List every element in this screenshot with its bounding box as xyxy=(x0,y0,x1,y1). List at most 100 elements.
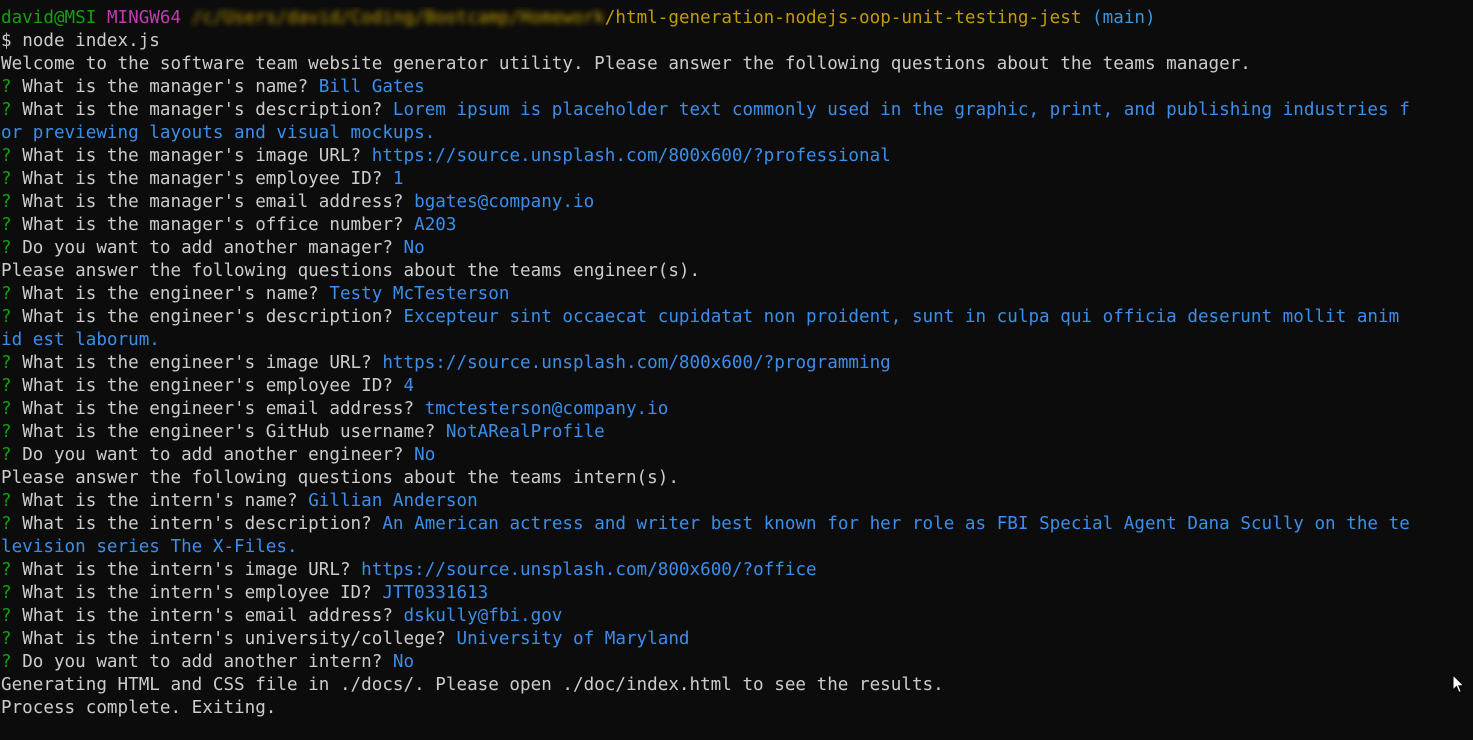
answer-text: JTT0331613 xyxy=(382,583,489,603)
question-mark: ? xyxy=(1,376,12,396)
answer-text: Testy McTesterson xyxy=(329,284,510,304)
answer-continuation: id est laborum. xyxy=(1,329,1473,352)
question-line: ? What is the intern's email address? ds… xyxy=(1,605,1473,628)
answer-text: https://source.unsplash.com/800x600/?pro… xyxy=(382,353,891,373)
question-mark: ? xyxy=(1,284,12,304)
output-line: Welcome to the software team website gen… xyxy=(1,53,1473,76)
question-line: ? What is the engineer's description? Ex… xyxy=(1,306,1473,329)
command-text: node index.js xyxy=(22,31,160,51)
answer-text: https://source.unsplash.com/800x600/?pro… xyxy=(371,146,891,166)
question-line: ? What is the manager's email address? b… xyxy=(1,191,1473,214)
question-text: What is the intern's name? xyxy=(22,491,298,511)
question-text: What is the manager's email address? xyxy=(22,192,404,212)
output-text: Generating HTML and CSS file in ./docs/.… xyxy=(1,675,944,695)
answer-text: Lorem ipsum is placeholder text commonly… xyxy=(392,100,1410,120)
answer-text: Excepteur sint occaecat cupidatat non pr… xyxy=(403,307,1400,327)
output-line: Please answer the following questions ab… xyxy=(1,467,1473,490)
answer-continuation: or previewing layouts and visual mockups… xyxy=(1,122,1473,145)
question-line: ? What is the engineer's email address? … xyxy=(1,398,1473,421)
question-line: ? What is the manager's office number? A… xyxy=(1,214,1473,237)
question-mark: ? xyxy=(1,491,12,511)
output-text: Welcome to the software team website gen… xyxy=(1,54,1251,74)
question-mark: ? xyxy=(1,77,12,97)
question-text: What is the intern's email address? xyxy=(22,606,393,626)
question-line: ? What is the intern's university/colleg… xyxy=(1,628,1473,651)
question-mark: ? xyxy=(1,652,12,672)
mouse-pointer-icon xyxy=(1452,674,1466,694)
answer-text: Gillian Anderson xyxy=(308,491,478,511)
answer-text: https://source.unsplash.com/800x600/?off… xyxy=(361,560,817,580)
output-lines: Welcome to the software team website gen… xyxy=(1,53,1473,720)
question-line: ? What is the engineer's image URL? http… xyxy=(1,352,1473,375)
prompt-symbol: $ xyxy=(1,31,12,51)
question-line: ? Do you want to add another intern? No xyxy=(1,651,1473,674)
question-mark: ? xyxy=(1,422,12,442)
output-line: Process complete. Exiting. xyxy=(1,697,1473,720)
question-line: ? What is the engineer's GitHub username… xyxy=(1,421,1473,444)
prompt-path-redacted: /c/Users/david/Coding/Bootcamp/Homework xyxy=(191,8,605,28)
question-text: What is the manager's office number? xyxy=(22,215,404,235)
question-text: What is the engineer's GitHub username? xyxy=(22,422,436,442)
question-text: Do you want to add another manager? xyxy=(22,238,393,258)
prompt-path: /html-generation-nodejs-oop-unit-testing… xyxy=(604,8,1082,28)
question-text: Do you want to add another engineer? xyxy=(22,445,404,465)
question-line: ? What is the intern's description? An A… xyxy=(1,513,1473,536)
question-mark: ? xyxy=(1,399,12,419)
answer-text: 1 xyxy=(392,169,404,189)
question-line: ? What is the manager's name? Bill Gates xyxy=(1,76,1473,99)
question-mark: ? xyxy=(1,192,12,212)
question-text: What is the intern's employee ID? xyxy=(22,583,372,603)
question-text: Do you want to add another intern? xyxy=(22,652,383,672)
answer-text: A203 xyxy=(414,215,457,235)
answer-text: levision series The X-Files. xyxy=(1,537,298,557)
question-mark: ? xyxy=(1,445,12,465)
answer-text: bgates@company.io xyxy=(414,192,595,212)
question-line: ? What is the manager's employee ID? 1 xyxy=(1,168,1473,191)
prompt-branch: (main) xyxy=(1092,8,1156,28)
question-text: What is the manager's name? xyxy=(22,77,309,97)
answer-text: No xyxy=(392,652,415,672)
question-mark: ? xyxy=(1,629,12,649)
question-line: ? Do you want to add another engineer? N… xyxy=(1,444,1473,467)
question-text: What is the intern's description? xyxy=(22,514,372,534)
answer-text: An American actress and writer best know… xyxy=(382,514,1410,534)
question-line: ? What is the intern's name? Gillian And… xyxy=(1,490,1473,513)
output-line: Please answer the following questions ab… xyxy=(1,260,1473,283)
question-mark: ? xyxy=(1,353,12,373)
question-line: ? What is the engineer's name? Testy McT… xyxy=(1,283,1473,306)
question-text: What is the engineer's employee ID? xyxy=(22,376,393,396)
answer-text: 4 xyxy=(403,376,415,396)
question-mark: ? xyxy=(1,606,12,626)
prompt-line: david@MSI MINGW64 /c/Users/david/Coding/… xyxy=(1,7,1473,30)
answer-text: id est laborum. xyxy=(1,330,160,350)
question-mark: ? xyxy=(1,100,12,120)
output-text: Please answer the following questions ab… xyxy=(1,261,701,281)
question-line: ? What is the manager's description? Lor… xyxy=(1,99,1473,122)
output-text: Please answer the following questions ab… xyxy=(1,468,679,488)
question-line: ? What is the intern's employee ID? JTT0… xyxy=(1,582,1473,605)
command-line: $ node index.js xyxy=(1,30,1473,53)
question-mark: ? xyxy=(1,146,12,166)
question-mark: ? xyxy=(1,215,12,235)
question-line: ? Do you want to add another manager? No xyxy=(1,237,1473,260)
terminal-output[interactable]: david@MSI MINGW64 /c/Users/david/Coding/… xyxy=(1,7,1473,720)
question-text: What is the manager's image URL? xyxy=(22,146,362,166)
answer-text: No xyxy=(414,445,436,465)
answer-text: dskully@fbi.gov xyxy=(403,606,563,626)
answer-text: University of Maryland xyxy=(456,629,690,649)
output-text: Process complete. Exiting. xyxy=(1,698,277,718)
question-mark: ? xyxy=(1,560,12,580)
question-mark: ? xyxy=(1,514,12,534)
output-line: Generating HTML and CSS file in ./docs/.… xyxy=(1,674,1473,697)
question-text: What is the engineer's description? xyxy=(22,307,393,327)
answer-text: or previewing layouts and visual mockups… xyxy=(1,123,436,143)
answer-text: Bill Gates xyxy=(318,77,425,97)
answer-text: No xyxy=(403,238,425,258)
question-mark: ? xyxy=(1,583,12,603)
question-line: ? What is the intern's image URL? https:… xyxy=(1,559,1473,582)
question-text: What is the manager's description? xyxy=(22,100,383,120)
question-text: What is the manager's employee ID? xyxy=(22,169,383,189)
prompt-env: MINGW64 xyxy=(106,8,182,28)
question-text: What is the engineer's image URL? xyxy=(22,353,372,373)
question-line: ? What is the manager's image URL? https… xyxy=(1,145,1473,168)
